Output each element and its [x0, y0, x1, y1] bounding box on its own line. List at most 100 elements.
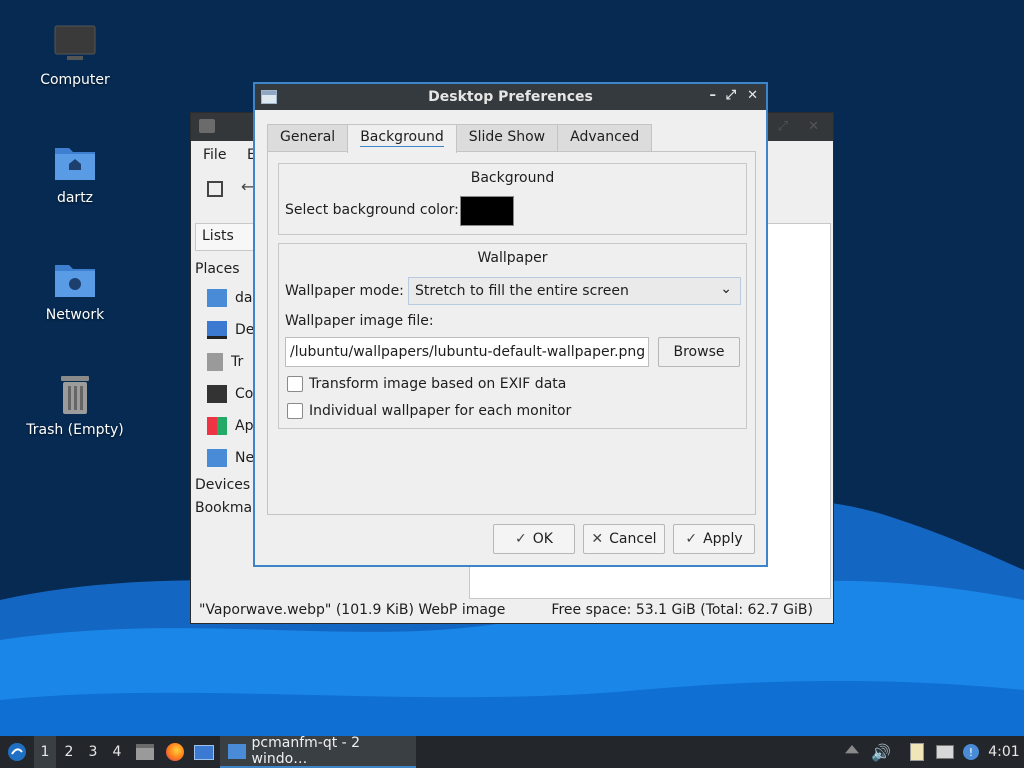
group-title: Wallpaper	[477, 250, 548, 266]
volume-icon[interactable]: 🔊	[870, 736, 892, 768]
place-label: da	[235, 290, 253, 306]
desktop-icon-trash[interactable]: Trash (Empty)	[15, 372, 135, 438]
eject-glyph	[845, 745, 859, 754]
color-label: Select background color:	[285, 202, 459, 218]
desktop-icon	[194, 744, 214, 760]
check-icon: ✓	[685, 531, 698, 547]
workspace-3[interactable]: 3	[82, 736, 104, 768]
tab-bar: General Background Slide Show Advanced	[267, 124, 653, 153]
desktop-icon-label: dartz	[56, 190, 94, 206]
apply-label: Apply	[703, 531, 743, 547]
bookmarks-heading: Bookma	[195, 500, 253, 516]
new-tab-icon[interactable]	[207, 181, 223, 197]
cancel-button[interactable]: ✕ Cancel	[583, 524, 665, 554]
place-label: Tr	[231, 354, 244, 370]
checkbox-label: Individual wallpaper for each monitor	[309, 403, 572, 419]
exif-checkbox-row[interactable]: Transform image based on EXIF data	[287, 376, 566, 392]
desktop-icon-label: Computer	[40, 72, 110, 88]
status-free-space: Free space: 53.1 GiB (Total: 62.7 GiB)	[551, 602, 813, 618]
desktop-icon-label: Network	[45, 307, 105, 323]
place-desktop[interactable]: De	[207, 319, 254, 341]
apply-button[interactable]: ✓ Apply	[673, 524, 755, 554]
browse-button[interactable]: Browse	[658, 337, 740, 367]
tab-label: Slide Show	[468, 129, 546, 145]
per-monitor-checkbox-row[interactable]: Individual wallpaper for each monitor	[287, 403, 571, 419]
exif-checkbox[interactable]	[287, 376, 303, 392]
tab-slide-show[interactable]: Slide Show	[455, 124, 559, 152]
network-icon[interactable]	[934, 736, 956, 768]
folder-icon	[199, 119, 215, 133]
menu-file[interactable]: File	[203, 147, 226, 163]
desktop-icon-home[interactable]: dartz	[15, 140, 135, 206]
eject-icon[interactable]	[842, 736, 862, 768]
place-network[interactable]: Ne	[207, 447, 254, 469]
desktop-icon-network[interactable]: Network	[15, 257, 135, 323]
folder-icon	[228, 743, 246, 759]
tab-background[interactable]: Background	[347, 124, 457, 153]
status-selection: "Vaporwave.webp" (101.9 KiB) WebP image	[199, 602, 506, 618]
workspace-4[interactable]: 4	[106, 736, 128, 768]
lubuntu-logo-icon	[8, 743, 26, 761]
place-trash[interactable]: Tr	[207, 351, 243, 373]
place-home[interactable]: da	[207, 287, 252, 309]
workspace-2[interactable]: 2	[58, 736, 80, 768]
ok-button[interactable]: ✓ OK	[493, 524, 575, 554]
tab-label: Advanced	[570, 129, 640, 145]
cross-icon: ✕	[591, 531, 604, 547]
file-cabinet-icon	[136, 744, 154, 760]
home-folder-icon	[207, 289, 227, 307]
wallpaper-group: Wallpaper Wallpaper mode: Stretch to fil…	[278, 243, 747, 429]
task-label: pcmanfm-qt - 2 windo…	[251, 735, 361, 767]
taskbar-task-pcmanfm[interactable]: pcmanfm-qt - 2 windo…	[220, 735, 416, 768]
close-icon[interactable]: ✕	[747, 88, 758, 103]
background-color-button[interactable]	[460, 196, 514, 226]
show-desktop-button[interactable]	[191, 736, 217, 768]
background-group: Background Select background color:	[278, 163, 747, 235]
place-label: Ap	[235, 418, 254, 434]
chevron-down-icon: ⌄	[720, 281, 732, 297]
file-manager-launcher[interactable]	[132, 736, 158, 768]
network-folder-icon	[53, 257, 97, 301]
home-folder-icon	[53, 140, 97, 184]
taskbar: 1 2 3 4 pcmanfm-qt - 2 windo… 🔊 ! 4:01	[0, 735, 1024, 768]
desktop-icon-label: Trash (Empty)	[26, 422, 124, 438]
check-icon: ✓	[515, 531, 527, 547]
computer-icon	[53, 22, 97, 66]
clipboard-icon[interactable]	[906, 736, 928, 768]
network-glyph	[936, 745, 954, 759]
update-notifier-icon[interactable]: !	[960, 736, 982, 768]
network-folder-icon	[207, 449, 227, 467]
tab-general[interactable]: General	[267, 124, 349, 152]
trash-icon	[207, 353, 223, 371]
wallpaper-mode-label: Wallpaper mode:	[285, 283, 404, 299]
workspace-1[interactable]: 1	[34, 736, 56, 768]
checkbox-label: Transform image based on EXIF data	[309, 376, 567, 392]
dialog-title: Desktop Preferences	[428, 89, 593, 105]
per-monitor-checkbox[interactable]	[287, 403, 303, 419]
clock[interactable]: 4:01	[984, 736, 1024, 768]
desktop-icon	[207, 321, 227, 339]
tab-label: General	[280, 129, 336, 145]
dialog-titlebar[interactable]: Desktop Preferences – ⤢ ✕	[255, 84, 766, 110]
desktop-icon-computer[interactable]: Computer	[15, 22, 135, 88]
wallpaper-file-input[interactable]: /lubuntu/wallpapers/lubuntu-default-wall…	[285, 337, 649, 367]
background-tab-panel: Background Select background color: Wall…	[267, 151, 756, 515]
tab-advanced[interactable]: Advanced	[557, 124, 653, 152]
place-computer[interactable]: Co	[207, 383, 253, 405]
clipboard-glyph	[910, 743, 924, 761]
computer-icon	[207, 385, 227, 403]
firefox-launcher[interactable]	[162, 736, 188, 768]
devices-heading: Devices	[195, 477, 251, 493]
place-label: Co	[235, 386, 254, 402]
places-heading: Places	[195, 261, 240, 277]
desktop-preferences-dialog[interactable]: Desktop Preferences – ⤢ ✕ General Backgr…	[253, 82, 768, 567]
wallpaper-mode-value: Stretch to fill the entire screen	[415, 283, 629, 299]
wallpaper-mode-select[interactable]: Stretch to fill the entire screen ⌄	[408, 277, 741, 305]
maximize-icon[interactable]: ⤢	[726, 88, 736, 103]
place-applications[interactable]: Ap	[207, 415, 253, 437]
wallpaper-file-label: Wallpaper image file:	[285, 313, 434, 329]
tab-label: Background	[360, 129, 444, 147]
main-menu-button[interactable]	[4, 736, 30, 768]
applications-icon	[207, 417, 227, 435]
minimize-icon[interactable]: –	[710, 88, 717, 103]
